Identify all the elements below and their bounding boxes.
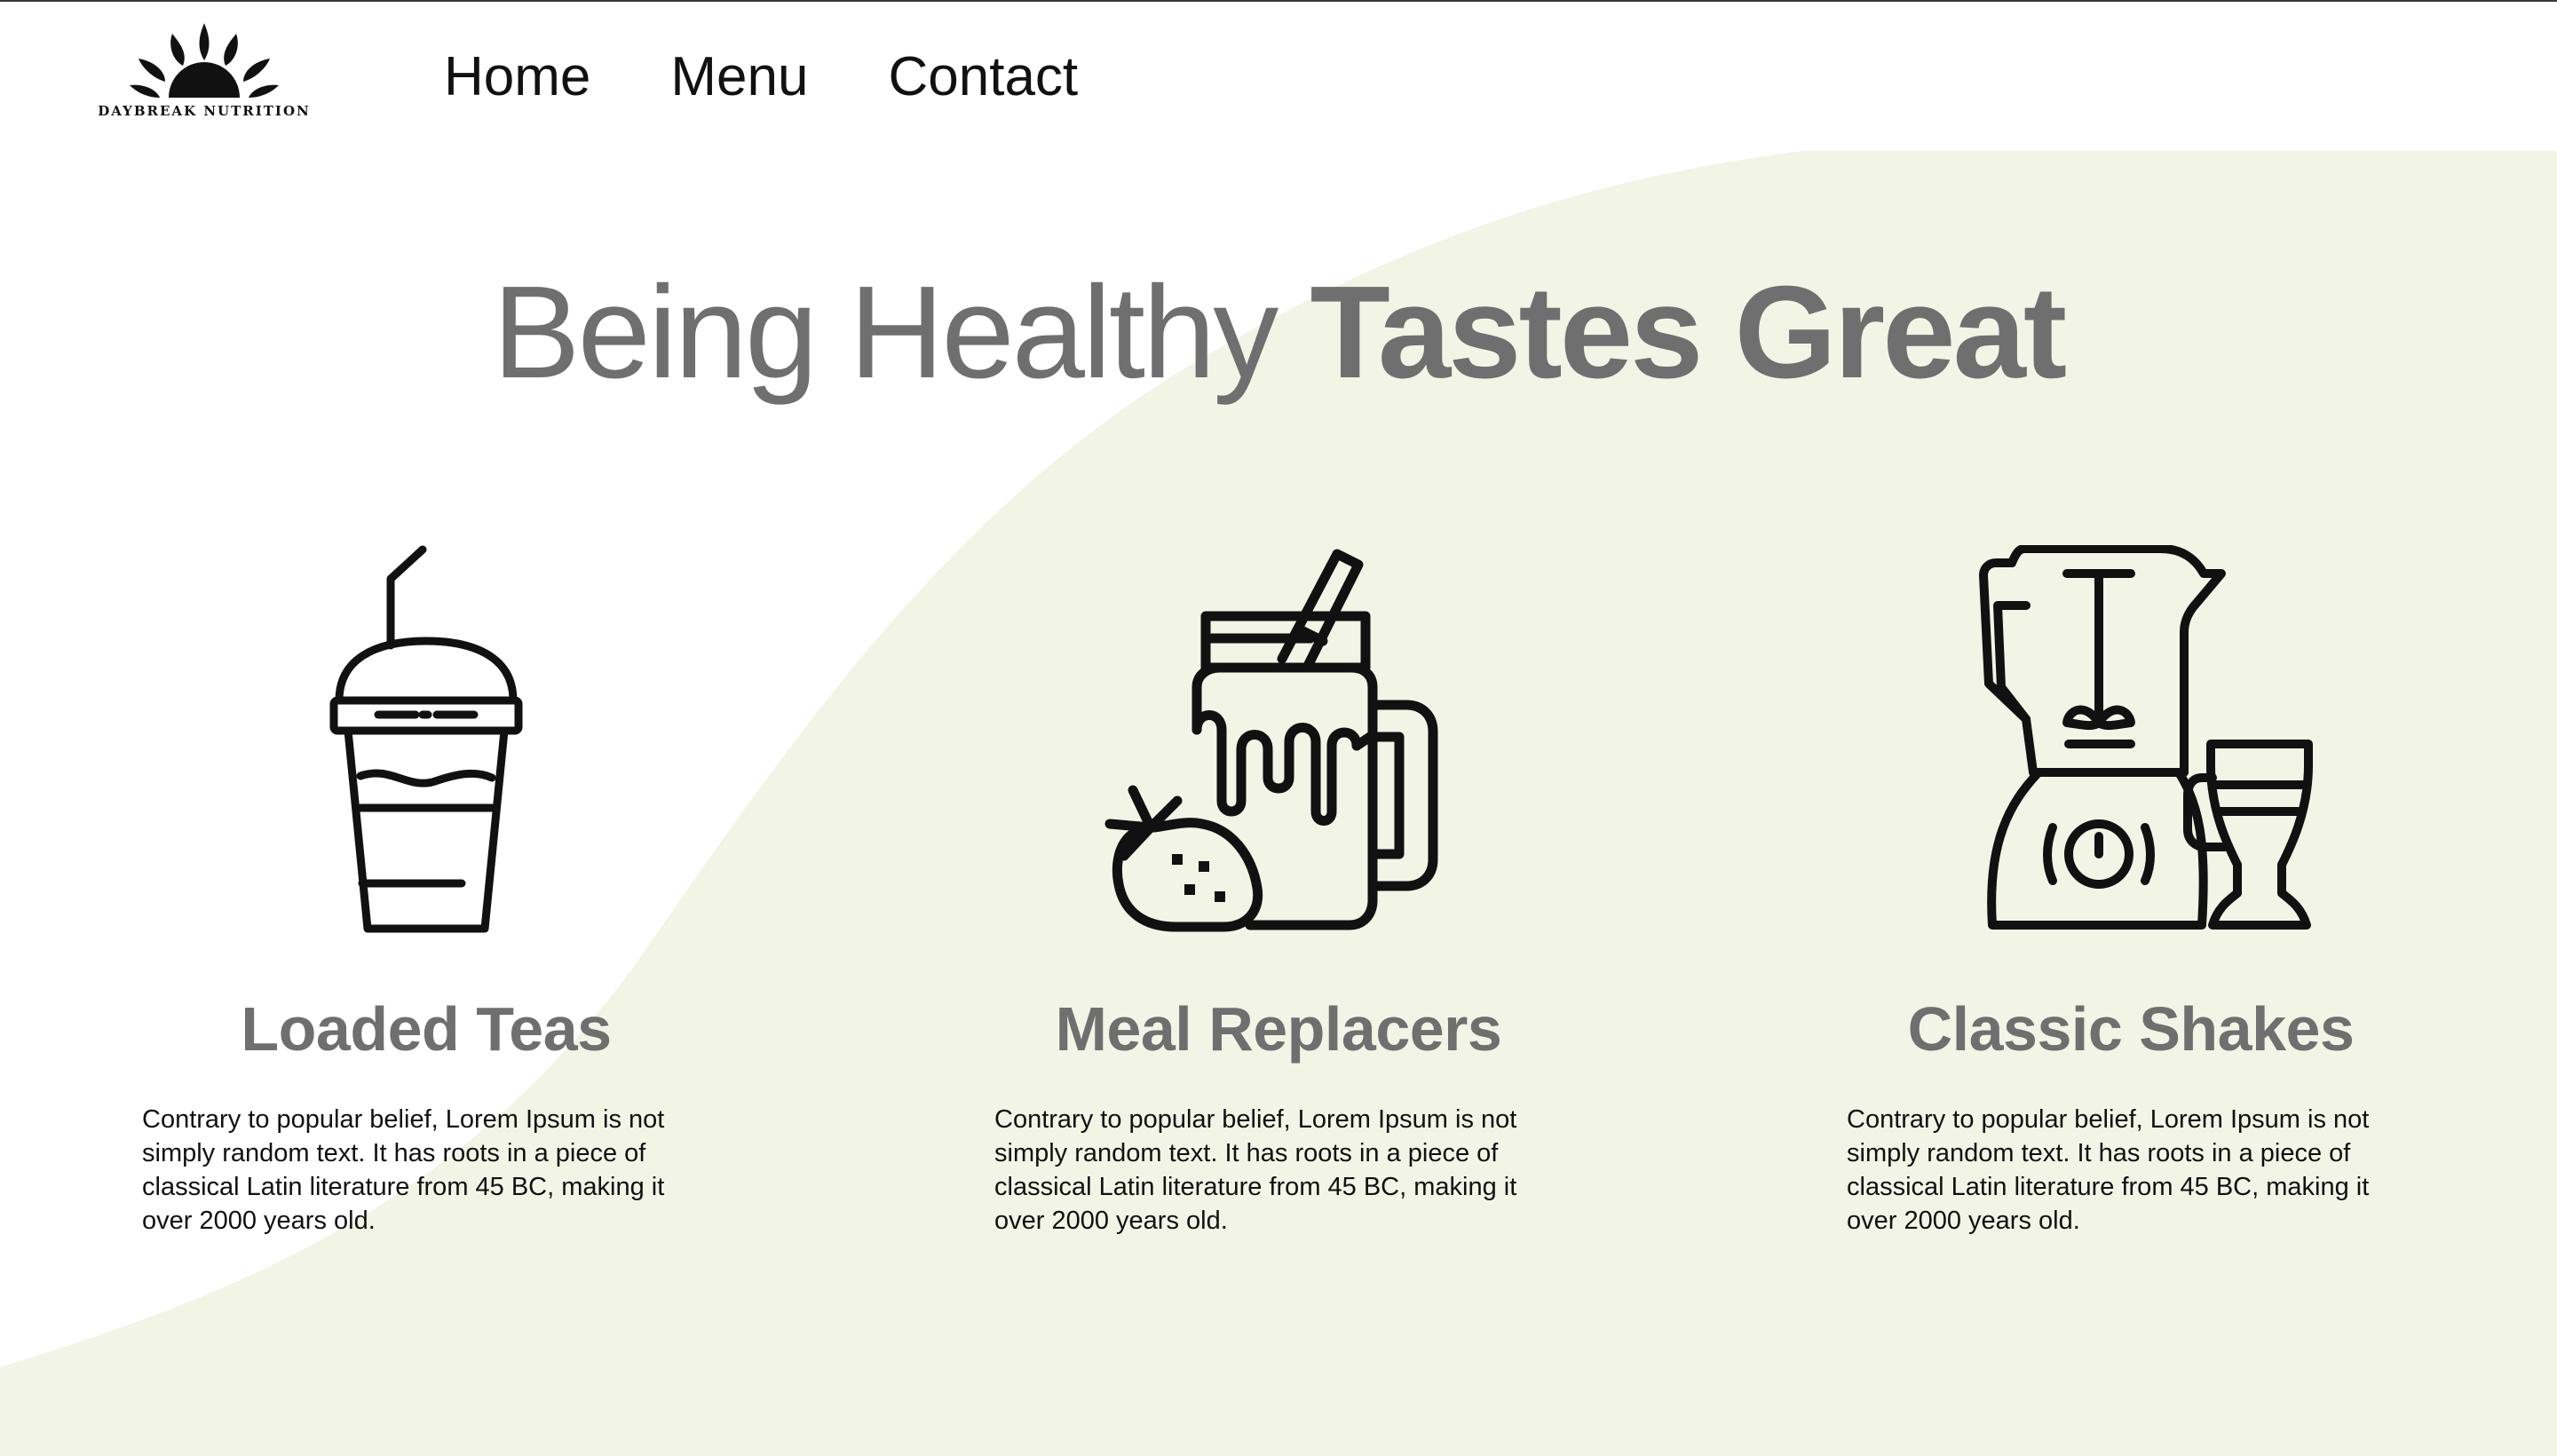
- nav-item-home[interactable]: Home: [444, 41, 590, 114]
- top-border: [0, 0, 2557, 2]
- smoothie-jar-strawberry-icon: [1104, 549, 1438, 932]
- main-nav: Home Menu Contact: [444, 41, 1078, 114]
- hero-title: Being Healthy Tastes Great: [0, 257, 2557, 408]
- nav-item-menu[interactable]: Menu: [670, 41, 808, 114]
- feature-title: Meal Replacers: [1055, 994, 1502, 1064]
- bubble-tea-cup-icon: [329, 545, 523, 933]
- blender-glass-icon: [1979, 545, 2313, 930]
- landing-page: DAYBREAK NUTRITION Home Menu Contact Bei…: [0, 0, 2557, 1456]
- feature-icon-wrapper: [115, 533, 737, 950]
- feature-title: Classic Shakes: [1907, 994, 2355, 1064]
- feature-description: Contrary to popular belief, Lorem Ipsum …: [994, 1105, 1517, 1235]
- hero-title-light: Being Healthy: [492, 259, 1278, 406]
- feature-title: Loaded Teas: [241, 994, 612, 1064]
- sunrise-leaves-icon: [130, 23, 279, 98]
- feature-icon-wrapper: [1820, 533, 2442, 950]
- brand-logo[interactable]: DAYBREAK NUTRITION: [98, 20, 311, 124]
- feature-description: Contrary to popular belief, Lorem Ipsum …: [142, 1105, 665, 1235]
- nav-item-contact[interactable]: Contact: [888, 41, 1078, 114]
- feature-description: Contrary to popular belief, Lorem Ipsum …: [1847, 1105, 2370, 1235]
- hero-title-bold: Tastes Great: [1310, 259, 2067, 406]
- feature-icon-wrapper: [968, 533, 1589, 950]
- brand-name: DAYBREAK NUTRITION: [98, 103, 311, 119]
